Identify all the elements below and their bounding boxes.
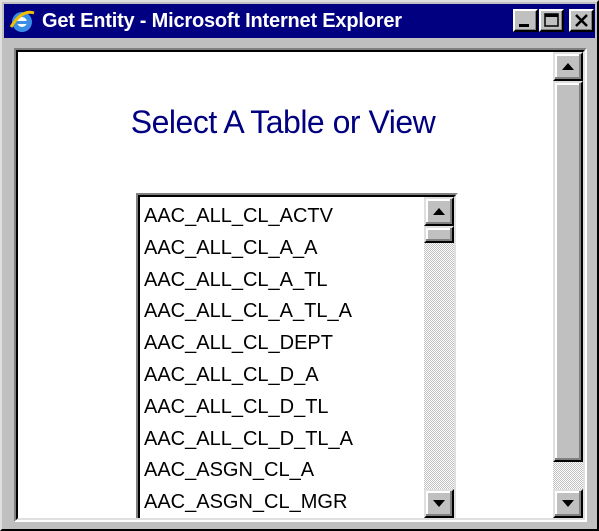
page-scroll-thumb[interactable] <box>553 81 583 462</box>
list-item[interactable]: AAC_ALL_CL_D_A <box>144 360 422 392</box>
list-item[interactable]: AAC_ALL_CL_D_TL_A <box>144 424 422 456</box>
page-scrollbar[interactable] <box>553 52 583 518</box>
list-item[interactable]: AAC_ASGN_CL_MGR <box>144 487 422 518</box>
listbox-scroll-down-button[interactable] <box>424 489 454 518</box>
minimize-button[interactable] <box>513 9 538 32</box>
listbox-scroll-track[interactable] <box>424 243 454 489</box>
listbox-scrollbar[interactable] <box>424 197 454 518</box>
arrow-down-icon <box>433 500 445 507</box>
listbox-scroll-up-button[interactable] <box>424 197 454 226</box>
maximize-icon <box>544 13 559 27</box>
arrow-down-icon <box>562 500 574 507</box>
close-button[interactable] <box>569 9 594 32</box>
table-view-listbox[interactable]: AAC_ALL_CL_ACTV AAC_ALL_CL_A_A AAC_ALL_C… <box>136 193 458 518</box>
listbox-scroll-thumb[interactable] <box>424 226 454 243</box>
minimize-icon <box>519 24 529 27</box>
browser-window: Get Entity - Microsoft Internet Explorer… <box>0 0 599 531</box>
maximize-button[interactable] <box>539 9 564 32</box>
page-scroll-down-button[interactable] <box>553 489 583 518</box>
ie-icon[interactable] <box>8 7 36 35</box>
arrow-up-icon <box>562 63 574 70</box>
list-item[interactable]: AAC_ALL_CL_DEPT <box>144 328 422 360</box>
list-item[interactable]: AAC_ALL_CL_A_A <box>144 233 422 265</box>
window-title: Get Entity - Microsoft Internet Explorer <box>42 10 402 32</box>
close-icon <box>575 14 588 27</box>
list-item[interactable]: AAC_ALL_CL_ACTV <box>144 201 422 233</box>
page-scroll-up-button[interactable] <box>553 52 583 81</box>
arrow-up-icon <box>433 208 445 215</box>
page-viewport: Select A Table or View AAC_ALL_CL_ACTV A… <box>16 50 585 520</box>
list-item[interactable]: AAC_ALL_CL_D_TL <box>144 392 422 424</box>
page-title: Select A Table or View <box>130 104 436 140</box>
page-content-frame: Select A Table or View AAC_ALL_CL_ACTV A… <box>14 48 587 522</box>
list-item[interactable]: AAC_ALL_CL_A_TL_A <box>144 296 422 328</box>
list-items: AAC_ALL_CL_ACTV AAC_ALL_CL_A_A AAC_ALL_C… <box>144 201 422 518</box>
title-bar[interactable]: Get Entity - Microsoft Internet Explorer <box>4 4 595 38</box>
list-item[interactable]: AAC_ALL_CL_A_TL <box>144 265 422 297</box>
page-scroll-track[interactable] <box>553 462 583 489</box>
list-item[interactable]: AAC_ASGN_CL_A <box>144 455 422 487</box>
